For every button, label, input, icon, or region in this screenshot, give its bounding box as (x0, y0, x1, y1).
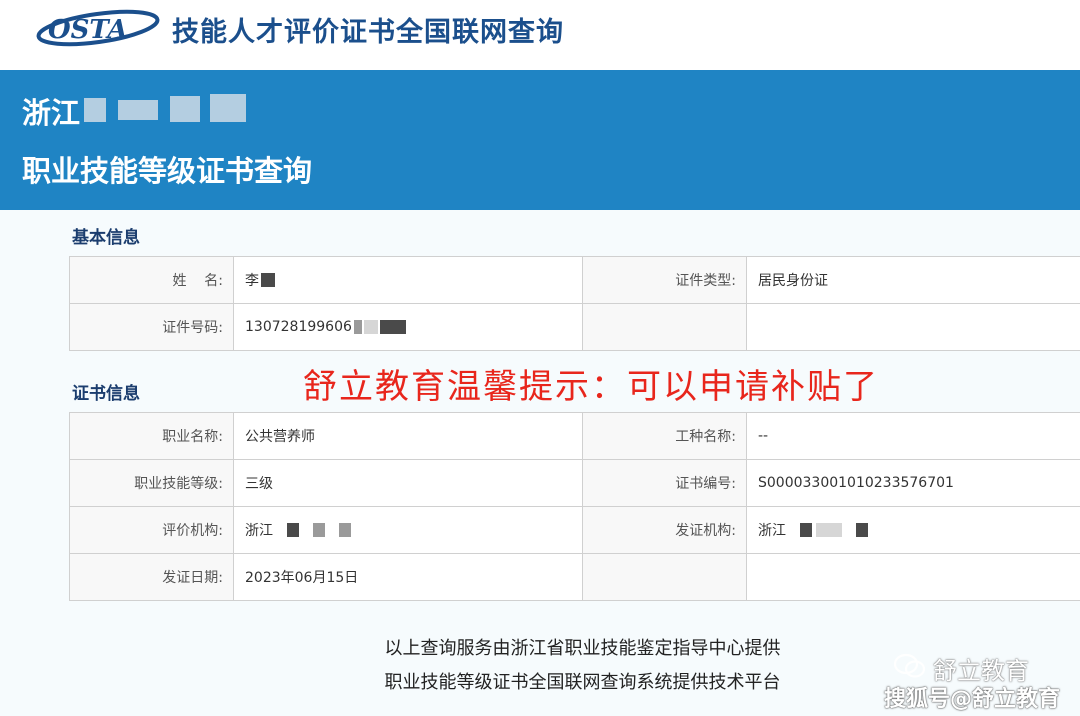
redaction-mask (84, 98, 106, 122)
name-value: 李 (234, 257, 583, 303)
table-row: 职业技能等级: 三级 证书编号: S000033001010233576701 (70, 460, 1080, 507)
eval-org-text: 浙江 (245, 523, 273, 539)
title-banner: 浙江 职业技能等级证书查询 (0, 70, 1080, 210)
id-type-value: 居民身份证 (758, 273, 828, 289)
issue-date-label: 发证日期: (70, 554, 234, 600)
svg-text:OSTA: OSTA (48, 15, 128, 45)
id-number-text: 130728199606 (245, 319, 352, 335)
redaction-mask (363, 320, 378, 334)
empty-label-cell (583, 304, 747, 350)
osta-logo: OSTA (36, 9, 160, 47)
empty-value-cell (747, 304, 1080, 350)
page-title: 职业技能等级证书查询 (22, 154, 313, 188)
redaction-mask (339, 523, 351, 537)
watermark-source: 搜狐号@舒立教育 (884, 687, 1061, 712)
issue-org-label: 发证机构: (583, 507, 747, 553)
table-row: 证件号码: 130728199606 (70, 304, 1080, 351)
redaction-mask (816, 523, 842, 537)
eval-org-value: 浙江 (234, 507, 583, 553)
redaction-mask (210, 94, 246, 122)
redaction-mask (313, 523, 325, 537)
occupation-value: 公共营养师 (234, 413, 583, 459)
site-title: 技能人才评价证书全国联网查询 (172, 17, 564, 48)
empty-label-cell (583, 554, 747, 600)
id-number-label: 证件号码: (70, 304, 234, 350)
job-type-label: 工种名称: (583, 413, 747, 459)
empty-value-cell (747, 554, 1080, 600)
name-label: 姓 名: (70, 257, 234, 303)
table-row: 职业名称: 公共营养师 工种名称: -- (70, 413, 1080, 460)
redaction-mask (856, 523, 868, 537)
redaction-mask (287, 523, 299, 537)
cert-info-heading: 证书信息 (72, 384, 140, 404)
eval-org-label: 评价机构: (70, 507, 234, 553)
wechat-icon (893, 653, 926, 678)
id-type-label: 证件类型: (583, 257, 747, 303)
cert-info-table: 职业名称: 公共营养师 工种名称: -- 职业技能等级: 三级 证书编号: S0… (69, 412, 1080, 601)
level-label: 职业技能等级: (70, 460, 234, 506)
issue-org-text: 浙江 (758, 523, 786, 539)
level-value: 三级 (234, 460, 583, 506)
redaction-mask (170, 96, 200, 122)
redaction-mask (379, 320, 406, 334)
basic-info-heading: 基本信息 (72, 228, 140, 248)
redaction-mask (261, 273, 275, 287)
occupation-label: 职业名称: (70, 413, 234, 459)
top-header: OSTA 技能人才评价证书全国联网查询 (0, 0, 1080, 70)
cert-number-label: 证书编号: (583, 460, 747, 506)
id-number-value: 130728199606 (234, 304, 583, 350)
org-name: 浙江 (22, 90, 246, 130)
issue-org-value: 浙江 (747, 507, 1080, 553)
table-row: 发证日期: 2023年06月15日 (70, 554, 1080, 601)
org-name-text: 浙江 (22, 96, 81, 130)
cert-number-value: S000033001010233576701 (758, 475, 954, 491)
redaction-mask (800, 523, 812, 537)
redaction-mask (118, 100, 158, 120)
issue-date-value: 2023年06月15日 (234, 554, 583, 600)
name-text: 李 (245, 273, 259, 289)
promo-notice: 舒立教育温馨提示：可以申请补贴了 (303, 367, 879, 407)
basic-info-table: 姓 名: 李 证件类型: 居民身份证 证件号码: 130728199606 (69, 256, 1080, 351)
job-type-value: -- (758, 428, 769, 444)
redaction-mask (353, 320, 362, 334)
table-row: 姓 名: 李 证件类型: 居民身份证 (70, 257, 1080, 304)
table-row: 评价机构: 浙江 发证机构: 浙江 (70, 507, 1080, 554)
